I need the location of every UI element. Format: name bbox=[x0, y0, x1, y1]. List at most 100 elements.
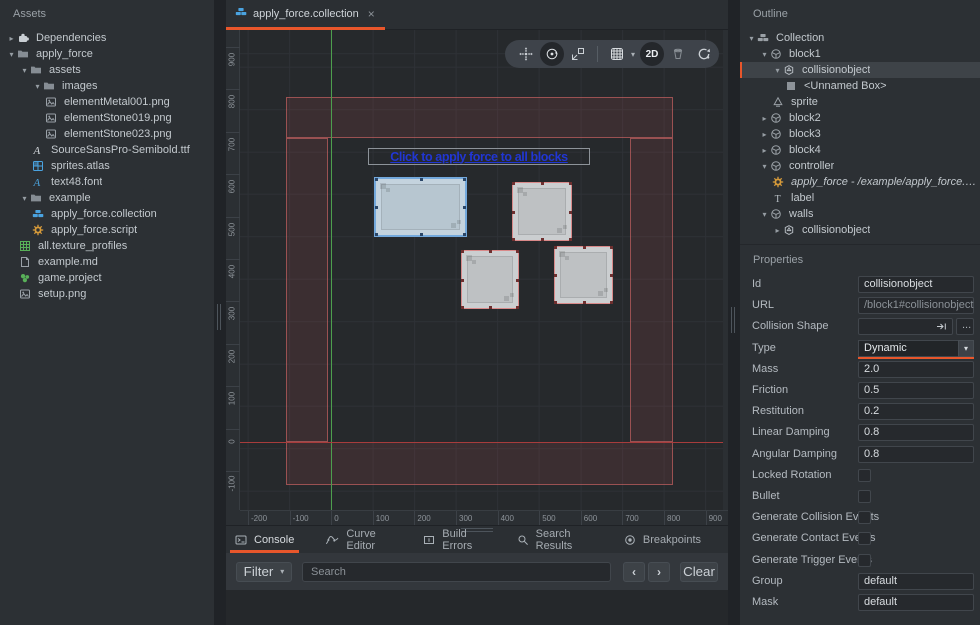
asset-item-game-project[interactable]: game.project bbox=[0, 270, 214, 286]
shape-handle[interactable] bbox=[420, 178, 423, 181]
outline-item-block3[interactable]: ▸block3 bbox=[740, 126, 980, 142]
asset-item-example-md[interactable]: example.md bbox=[0, 254, 214, 270]
shape-handle[interactable] bbox=[512, 211, 515, 214]
tab-apply-force-collection[interactable]: apply_force.collection × bbox=[226, 0, 385, 30]
splitter-grip[interactable] bbox=[217, 304, 223, 330]
text-field[interactable]: default bbox=[858, 573, 974, 590]
asset-item-dependencies[interactable]: ▸Dependencies bbox=[0, 30, 214, 46]
camera-orbit-button[interactable] bbox=[691, 41, 717, 67]
text-field[interactable]: default bbox=[858, 594, 974, 611]
console-tab-console[interactable]: Console bbox=[231, 526, 298, 553]
shape-handle[interactable] bbox=[583, 246, 586, 249]
collapse-arrow-icon[interactable]: ▾ bbox=[772, 66, 783, 75]
shape-handle[interactable] bbox=[461, 306, 464, 309]
block2[interactable] bbox=[512, 182, 572, 241]
shape-handle[interactable] bbox=[569, 238, 572, 241]
text-field[interactable]: 0.5 bbox=[858, 382, 974, 399]
next-match-button[interactable]: › bbox=[648, 562, 670, 582]
wall-collision-shape[interactable] bbox=[286, 442, 673, 485]
asset-item-apply-force[interactable]: ▾apply_force bbox=[0, 46, 214, 62]
asset-item-assets[interactable]: ▾assets bbox=[0, 62, 214, 78]
shape-handle[interactable] bbox=[461, 279, 464, 282]
caret-down-icon[interactable]: ▾ bbox=[631, 50, 635, 59]
outline-item-collisionobject[interactable]: ▸collisionobject bbox=[740, 222, 980, 238]
wall-collision-shape[interactable] bbox=[286, 97, 673, 138]
shape-handle[interactable] bbox=[463, 233, 466, 236]
filter-button[interactable]: Filter ▾ bbox=[236, 562, 292, 582]
outline-item-block2[interactable]: ▸block2 bbox=[740, 110, 980, 126]
type-dropdown[interactable]: Dynamic▾ bbox=[858, 340, 974, 359]
checkbox-unchecked[interactable] bbox=[858, 490, 871, 503]
outline-item-controller[interactable]: ▾controller bbox=[740, 158, 980, 174]
checkbox-unchecked[interactable] bbox=[858, 532, 871, 545]
outline-item-collisionobject[interactable]: ▾collisionobject bbox=[740, 62, 980, 78]
label-node[interactable]: Click to apply force to all blocks bbox=[368, 148, 590, 165]
caret-down-icon[interactable]: ▾ bbox=[958, 340, 974, 357]
expand-arrow-icon[interactable]: ▸ bbox=[772, 226, 783, 235]
console-tab-curve-editor[interactable]: Curve Editor bbox=[321, 526, 396, 553]
shape-handle[interactable] bbox=[516, 250, 519, 253]
shape-handle[interactable] bbox=[375, 178, 378, 181]
shape-handle[interactable] bbox=[541, 238, 544, 241]
shape-handle[interactable] bbox=[463, 178, 466, 181]
resource-field[interactable] bbox=[858, 318, 953, 335]
text-field[interactable]: 2.0 bbox=[858, 361, 974, 378]
left-splitter[interactable] bbox=[214, 0, 226, 625]
console-search-input[interactable] bbox=[302, 562, 611, 582]
move-tool-button[interactable] bbox=[513, 41, 539, 67]
shape-handle[interactable] bbox=[610, 274, 613, 277]
asset-item-elementmetal001-png[interactable]: elementMetal001.png bbox=[0, 94, 214, 110]
asset-item-setup-png[interactable]: setup.png bbox=[0, 286, 214, 302]
readonly-field[interactable]: /block1#collisionobject bbox=[858, 297, 974, 314]
grid-settings-button[interactable] bbox=[604, 41, 630, 67]
outline-item-label[interactable]: Tlabel bbox=[740, 190, 980, 206]
shape-handle[interactable] bbox=[610, 301, 613, 304]
outline-item-block1[interactable]: ▾block1 bbox=[740, 46, 980, 62]
shape-handle[interactable] bbox=[512, 182, 515, 185]
outline-item-apply-force-example-apply-force-script[interactable]: apply_force - /example/apply_force.scrip… bbox=[740, 174, 980, 190]
collapse-arrow-icon[interactable]: ▾ bbox=[32, 82, 43, 91]
expand-arrow-icon[interactable]: ▸ bbox=[759, 130, 770, 139]
shape-handle[interactable] bbox=[461, 250, 464, 253]
shape-handle[interactable] bbox=[541, 182, 544, 185]
checkbox-unchecked[interactable] bbox=[858, 554, 871, 567]
shape-handle[interactable] bbox=[569, 211, 572, 214]
shape-handle[interactable] bbox=[610, 246, 613, 249]
shape-handle[interactable] bbox=[583, 301, 586, 304]
shape-handle[interactable] bbox=[554, 301, 557, 304]
shape-handle[interactable] bbox=[516, 306, 519, 309]
wall-collision-shape[interactable] bbox=[630, 138, 673, 442]
shape-handle[interactable] bbox=[375, 206, 378, 209]
splitter-grip[interactable] bbox=[731, 307, 737, 333]
text-field[interactable]: 0.8 bbox=[858, 446, 974, 463]
shape-handle[interactable] bbox=[516, 279, 519, 282]
asset-item-sourcesanspro-semibold-ttf[interactable]: ASourceSansPro-Semibold.ttf bbox=[0, 142, 214, 158]
collapse-arrow-icon[interactable]: ▾ bbox=[759, 210, 770, 219]
asset-item-all-texture-profiles[interactable]: all.texture_profiles bbox=[0, 238, 214, 254]
shape-handle[interactable] bbox=[554, 246, 557, 249]
asset-item-sprites-atlas[interactable]: sprites.atlas bbox=[0, 158, 214, 174]
asset-item-apply-force-collection[interactable]: apply_force.collection bbox=[0, 206, 214, 222]
2d-mode-toggle[interactable]: 2D bbox=[639, 41, 665, 67]
collapse-arrow-icon[interactable]: ▾ bbox=[759, 50, 770, 59]
console-tab-search-results[interactable]: Search Results bbox=[513, 526, 597, 553]
shape-handle[interactable] bbox=[463, 206, 466, 209]
right-splitter[interactable] bbox=[728, 0, 740, 625]
asset-item-text48-font[interactable]: Atext48.font bbox=[0, 174, 214, 190]
rotate-tool-button[interactable] bbox=[539, 41, 565, 67]
perspective-toggle-button[interactable] bbox=[665, 41, 691, 67]
text-field[interactable]: 0.2 bbox=[858, 403, 974, 420]
scene-canvas[interactable]: Click to apply force to all blocks ▾ 2D bbox=[240, 30, 723, 510]
expand-arrow-icon[interactable]: ▸ bbox=[759, 146, 770, 155]
shape-handle[interactable] bbox=[489, 306, 492, 309]
outline-item-unnamed-box[interactable]: <Unnamed Box> bbox=[740, 78, 980, 94]
browse-button[interactable]: ... bbox=[956, 318, 974, 335]
asset-item-elementstone023-png[interactable]: elementStone023.png bbox=[0, 126, 214, 142]
clear-console-button[interactable]: Clear bbox=[680, 562, 718, 582]
console-tab-build-errors[interactable]: Build Errors bbox=[419, 526, 489, 553]
expand-arrow-icon[interactable]: ▸ bbox=[6, 34, 17, 43]
shape-handle[interactable] bbox=[569, 182, 572, 185]
scale-tool-button[interactable] bbox=[565, 41, 591, 67]
shape-handle[interactable] bbox=[489, 250, 492, 253]
text-field[interactable]: collisionobject bbox=[858, 276, 974, 293]
